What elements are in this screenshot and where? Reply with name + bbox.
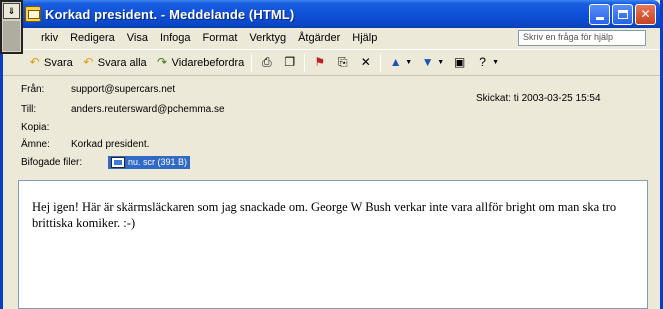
window-controls: ✕ [589,3,656,25]
attachments-label: Bifogade filer: [21,156,83,168]
subject-value: Korkad president. [71,138,150,150]
from-label: Från: [21,83,45,95]
toolbar: ↶ Svara ↶ Svara alla ↷ Vidarebefordra ⎙ … [3,49,660,76]
previous-item-button[interactable]: ▲ ▼ [384,55,416,70]
screensaver-file-icon [111,156,125,168]
subject-row: Ämne: Korkad president. [21,137,149,151]
message-window: Korkad president. - Meddelande (HTML) ✕ … [0,0,663,309]
menu-help[interactable]: Hjälp [346,32,383,44]
printer-icon: ⎙ [261,55,272,69]
reply-label: Svara [44,56,73,69]
forward-icon: ↷ [157,55,168,69]
help-search-input[interactable]: Skriv en fråga för hjälp [518,30,646,46]
toolbar-separator [251,53,253,72]
maximize-button[interactable] [612,3,633,25]
menu-tools[interactable]: Verktyg [243,32,292,44]
address-book-icon: ▣ [453,55,466,69]
to-value[interactable]: anders.reutersward@pchemma.se [71,104,225,115]
message-text: Hej igen! Här är skärmsläckaren som jag … [32,200,617,230]
dropdown-arrow-icon: ▼ [492,59,500,66]
message-headers: Från: support@supercars.net Skickat: ti … [3,77,660,178]
menu-actions[interactable]: Åtgärder [292,32,346,44]
up-arrow-icon: ▲ [389,55,402,69]
close-button[interactable]: ✕ [635,3,656,25]
print-button[interactable]: ⎙ [255,55,278,70]
menu-insert[interactable]: Infoga [154,32,197,44]
double-chevron-down-icon: ⇓ [7,6,16,16]
delete-button[interactable]: ✕ [354,55,377,70]
reply-all-icon: ↶ [83,55,94,69]
sent-label: Skickat: [476,93,512,104]
toolbar-separator [304,53,306,72]
menu-bar: rkiv Redigera Visa Infoga Format Verktyg… [3,28,660,48]
maximize-icon [617,9,628,19]
copy-icon: ❐ [284,55,296,69]
from-row: Från: support@supercars.net [21,82,175,96]
attachment-name: nu. scr (391 B) [128,157,188,167]
help-search-placeholder: Skriv en fråga för hjälp [523,32,614,42]
dropdown-arrow-icon: ▼ [405,59,413,66]
scroll-down-button[interactable]: ⇓ [3,3,20,19]
forward-button[interactable]: ↷ Vidarebefordra [151,55,249,70]
cc-label: Kopia: [21,121,50,133]
message-body[interactable]: Hej igen! Här är skärmsläckaren som jag … [18,180,648,309]
down-arrow-icon: ▼ [421,55,434,69]
to-row: Till: anders.reutersward@pchemma.se [21,102,225,116]
reply-all-button[interactable]: ↶ Svara alla [77,55,151,70]
move-to-folder-icon: ⎘ [337,55,348,69]
address-book-button[interactable]: ▣ [448,55,471,70]
to-label: Till: [21,103,37,115]
sent-row: Skickat: ti 2003-03-25 15:54 [476,93,601,104]
next-item-button[interactable]: ▼ ▼ [416,55,448,70]
delete-icon: ✕ [360,55,371,69]
window-title: Korkad president. - Meddelande (HTML) [45,6,295,22]
scrollbar-track[interactable] [3,21,20,51]
reply-all-label: Svara alla [97,56,147,69]
sent-value: ti 2003-03-25 15:54 [513,93,601,104]
minimize-button[interactable] [589,3,610,25]
move-button[interactable]: ⎘ [331,55,354,70]
toolbar-separator [380,53,382,72]
body-right-margin [648,180,660,309]
menu-format[interactable]: Format [197,32,244,44]
minimize-icon [595,16,604,20]
attachment-item[interactable]: nu. scr (391 B) [108,155,191,169]
cc-row: Kopia: [21,120,71,134]
copy-button[interactable]: ❐ [278,55,301,70]
menu-edit[interactable]: Redigera [64,32,121,44]
close-icon: ✕ [640,7,651,21]
flag-button[interactable]: ⚑ [308,55,331,70]
dropdown-arrow-icon: ▼ [437,59,445,66]
title-bar[interactable]: Korkad president. - Meddelande (HTML) ✕ [3,0,660,28]
subject-label: Ämne: [21,138,50,150]
flag-icon: ⚑ [314,55,326,69]
reply-icon: ↶ [29,55,40,69]
overlay-scrollbar[interactable]: ⇓ [0,0,23,54]
attachments-row: Bifogade filer: nu. scr (391 B) [21,155,191,169]
from-value[interactable]: support@supercars.net [71,84,175,95]
forward-label: Vidarebefordra [171,56,245,69]
envelope-icon [25,6,41,22]
help-icon: ? [479,55,486,69]
help-button[interactable]: ? ▼ [471,55,503,70]
menu-view[interactable]: Visa [121,32,154,44]
reply-button[interactable]: ↶ Svara [3,55,77,70]
